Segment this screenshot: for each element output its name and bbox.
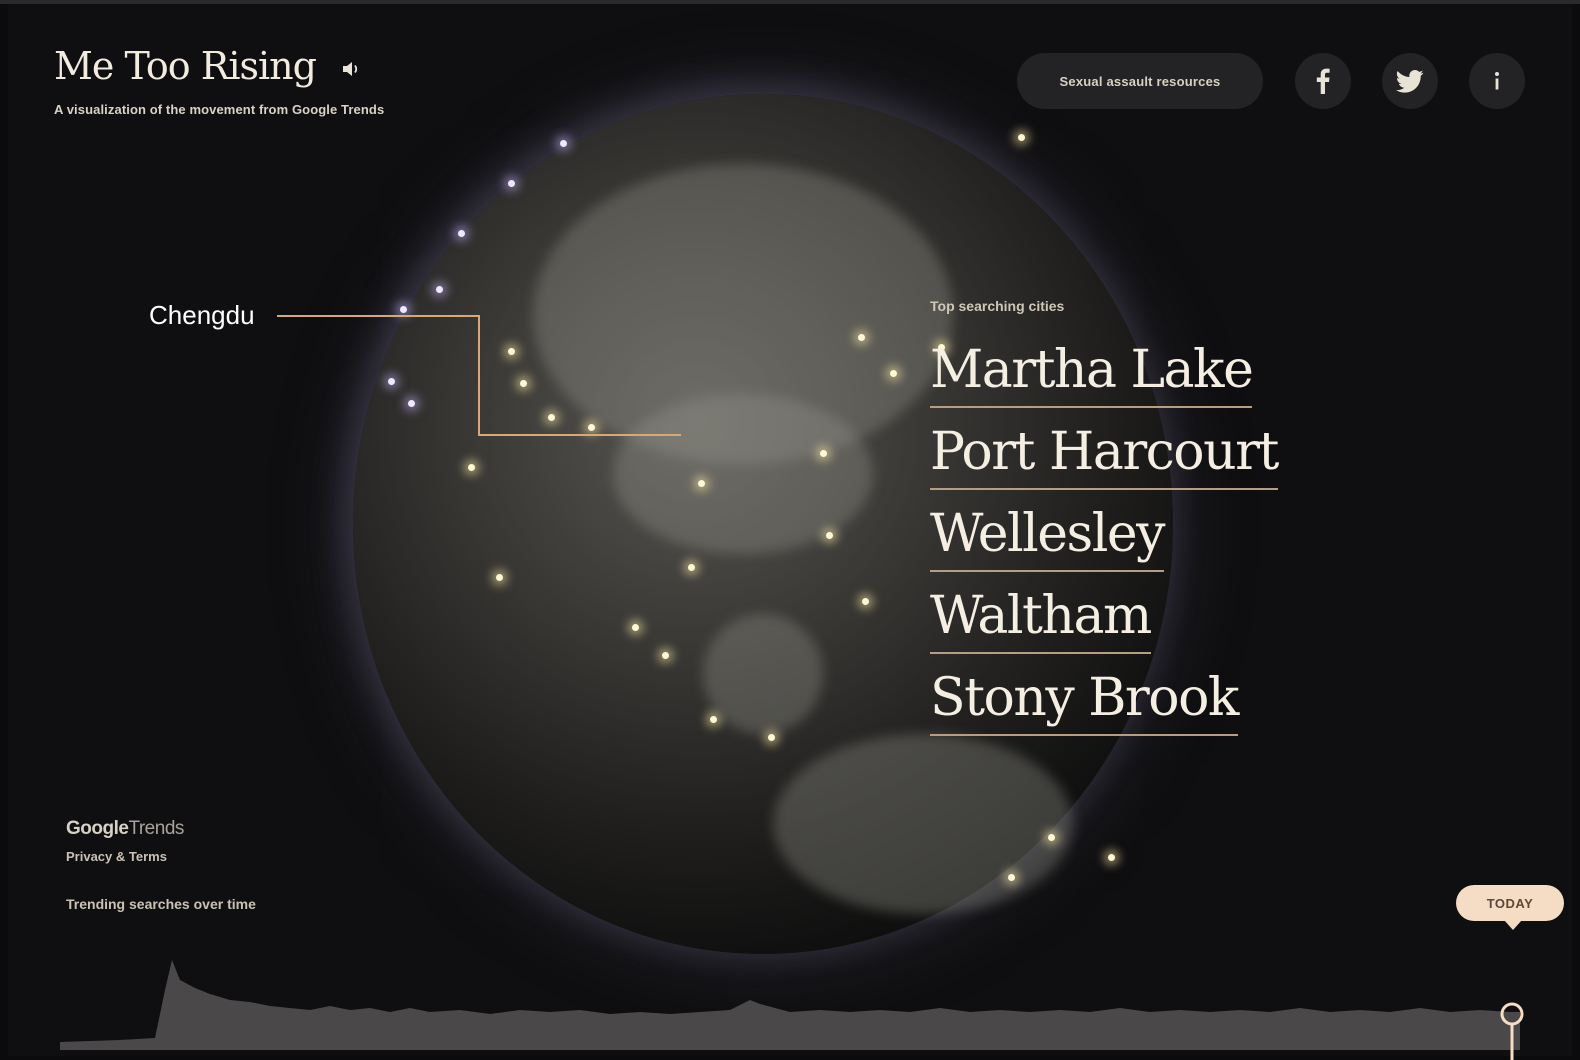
city-light [862,598,869,605]
info-button[interactable] [1469,53,1525,109]
city-light [662,652,669,659]
today-indicator[interactable]: TODAY [1456,885,1564,930]
city-light [508,348,515,355]
app-subtitle: A visualization of the movement from Goo… [54,102,385,117]
chengdu-label: Chengdu [149,300,255,330]
leader-line [277,315,479,317]
city-light [858,334,865,341]
city-light [1018,134,1025,141]
facebook-icon [1316,68,1330,94]
city-link[interactable]: Port Harcourt [930,422,1279,490]
city-light [698,480,705,487]
top-cities-heading: Top searching cities [930,298,1065,314]
city-light [560,140,567,147]
city-light [408,400,415,407]
city-light [468,464,475,471]
city-light [388,378,395,385]
timeline-scrubber-handle[interactable] [1498,1000,1526,1060]
city-light [1108,854,1115,861]
city-link[interactable]: Martha Lake [930,340,1254,408]
top-cities-panel: Top searching cities Martha Lake Port Ha… [930,298,1279,750]
leader-line [478,434,681,436]
city-light [400,306,407,313]
twitter-icon [1396,69,1424,93]
city-link[interactable]: Wellesley [930,504,1165,572]
city-light [826,532,833,539]
twitter-share-button[interactable] [1382,53,1438,109]
city-light [588,424,595,431]
city-light [496,574,503,581]
speaker-icon[interactable] [342,61,360,82]
leader-line [478,315,480,436]
privacy-terms-link[interactable]: Privacy & Terms [66,849,167,864]
city-link[interactable]: Stony Brook [930,668,1239,736]
australia-landmass [773,734,1073,914]
sexual-assault-resources-button[interactable]: Sexual assault resources [1017,53,1263,109]
trend-area-chart[interactable] [60,950,1520,1050]
app-title: Me Too Rising [54,44,317,88]
city-light [890,370,897,377]
city-light [508,180,515,187]
trending-searches-heading: Trending searches over time [66,896,256,912]
city-light [520,380,527,387]
trend-area [60,960,1520,1050]
city-light [548,414,555,421]
borneo-landmass [703,614,823,734]
city-light [688,564,695,571]
city-light [458,230,465,237]
city-light [1048,834,1055,841]
title-block: Me Too Rising A visualization of the mov… [54,44,384,117]
city-light [436,286,443,293]
google-trends-logo[interactable]: GoogleTrends [66,818,184,840]
info-icon [1495,72,1499,90]
city-link[interactable]: Waltham [930,586,1152,654]
city-light [710,716,717,723]
city-light [1008,874,1015,881]
city-light [632,624,639,631]
indochina-landmass [613,394,873,554]
city-light [768,734,775,741]
city-light [820,450,827,457]
facebook-share-button[interactable] [1295,53,1351,109]
